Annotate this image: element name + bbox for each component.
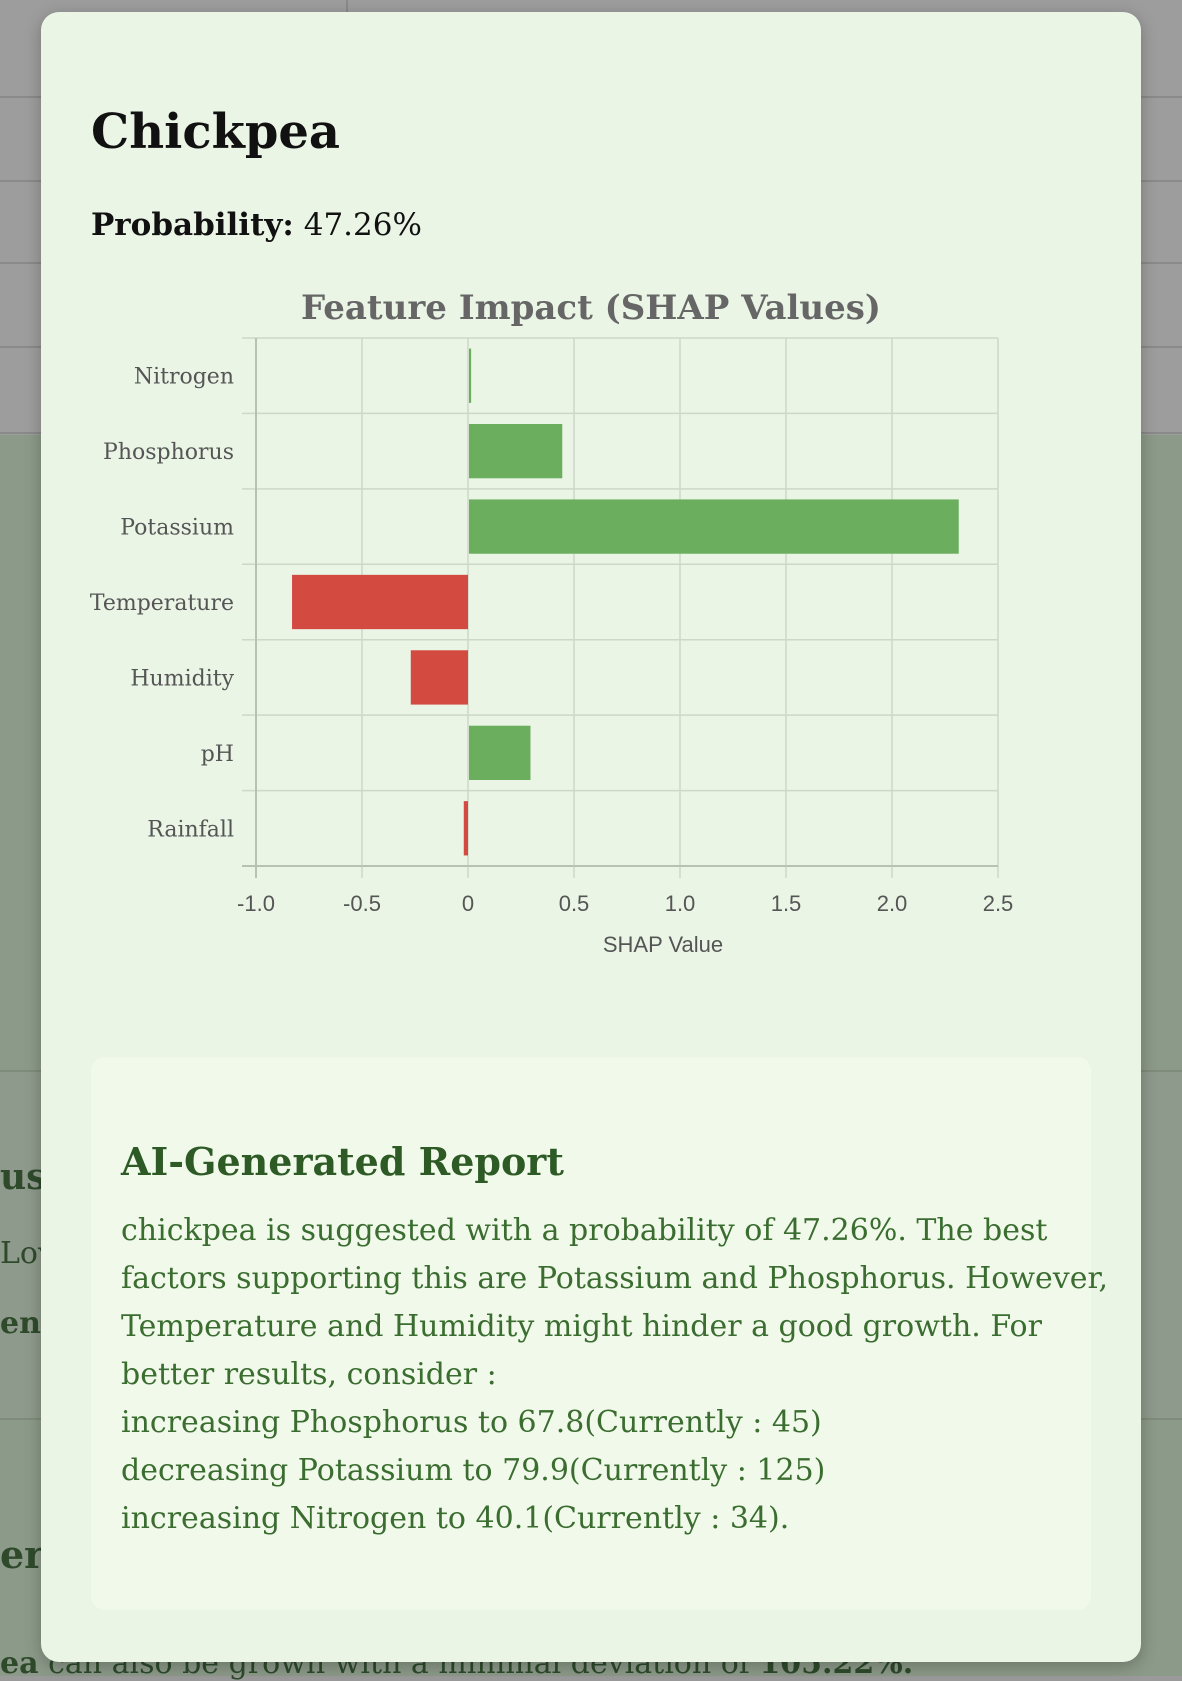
x-axis-title: SHAP Value bbox=[603, 932, 723, 957]
y-tick-label: Potassium bbox=[120, 516, 234, 541]
bar-ph bbox=[469, 725, 531, 781]
x-tick-label: 0.5 bbox=[559, 891, 590, 916]
probability-label: Probability: bbox=[91, 207, 294, 243]
bar-humidity bbox=[410, 650, 468, 705]
y-tick-label: Rainfall bbox=[147, 817, 234, 842]
background-text: en bbox=[0, 1306, 41, 1341]
y-tick-label: Humidity bbox=[130, 666, 234, 691]
shap-chart: Feature Impact (SHAP Values) Nitrogen Pho… bbox=[41, 282, 1141, 1032]
bar-nitrogen bbox=[469, 348, 472, 403]
bar-rainfall bbox=[463, 801, 468, 856]
x-tick-label: 0 bbox=[462, 891, 474, 916]
crop-title: Chickpea bbox=[91, 104, 341, 160]
chart-title: Feature Impact (SHAP Values) bbox=[301, 288, 881, 328]
background-heading: er bbox=[0, 1532, 45, 1577]
report-line: increasing Nitrogen to 40.1(Currently : … bbox=[121, 1501, 790, 1536]
x-tick-label: 2.0 bbox=[877, 891, 908, 916]
y-tick-label: pH bbox=[201, 742, 234, 767]
report-title: AI-Generated Report bbox=[121, 1139, 564, 1184]
report-line: Temperature and Humidity might hinder a … bbox=[121, 1309, 1042, 1344]
report-line: factors supporting this are Potassium an… bbox=[121, 1261, 1109, 1296]
report-line: chickpea is suggested with a probability… bbox=[121, 1213, 1048, 1248]
probability-line: Probability: 47.26% bbox=[91, 207, 422, 243]
x-tick-label: 1.0 bbox=[665, 891, 696, 916]
bar-phosphorus bbox=[469, 423, 563, 479]
report-body: chickpea is suggested with a probability… bbox=[121, 1207, 1109, 1543]
report-line: better results, consider : bbox=[121, 1357, 497, 1392]
x-tick-label: 2.5 bbox=[983, 891, 1014, 916]
chart-bars bbox=[292, 348, 959, 856]
x-tick-label: -0.5 bbox=[343, 891, 381, 916]
x-tick-label: 1.5 bbox=[771, 891, 802, 916]
bar-temperature bbox=[292, 574, 468, 630]
x-axis-labels: -1.0 -0.5 0 0.5 1.0 1.5 2.0 2.5 bbox=[237, 891, 1013, 916]
probability-value: 47.26% bbox=[303, 207, 422, 243]
bar-potassium bbox=[469, 499, 959, 554]
shap-chart-svg: Feature Impact (SHAP Values) Nitrogen Pho… bbox=[90, 288, 1013, 957]
y-tick-label: Temperature bbox=[90, 591, 234, 616]
report-line: decreasing Potassium to 79.9(Currently :… bbox=[121, 1453, 826, 1488]
y-tick-label: Phosphorus bbox=[103, 440, 234, 465]
y-tick-label: Nitrogen bbox=[134, 365, 234, 390]
table-column-divider bbox=[346, 0, 348, 12]
x-tick-label: -1.0 bbox=[237, 891, 275, 916]
crop-detail-modal: Chickpea Probability: 47.26% Feature Imp… bbox=[41, 12, 1141, 1662]
report-line: increasing Phosphorus to 67.8(Currently … bbox=[121, 1405, 822, 1440]
ai-report: AI-Generated Report chickpea is suggeste… bbox=[91, 1057, 1109, 1610]
y-axis-labels: Nitrogen Phosphorus Potassium Temperature Hu… bbox=[90, 365, 235, 843]
